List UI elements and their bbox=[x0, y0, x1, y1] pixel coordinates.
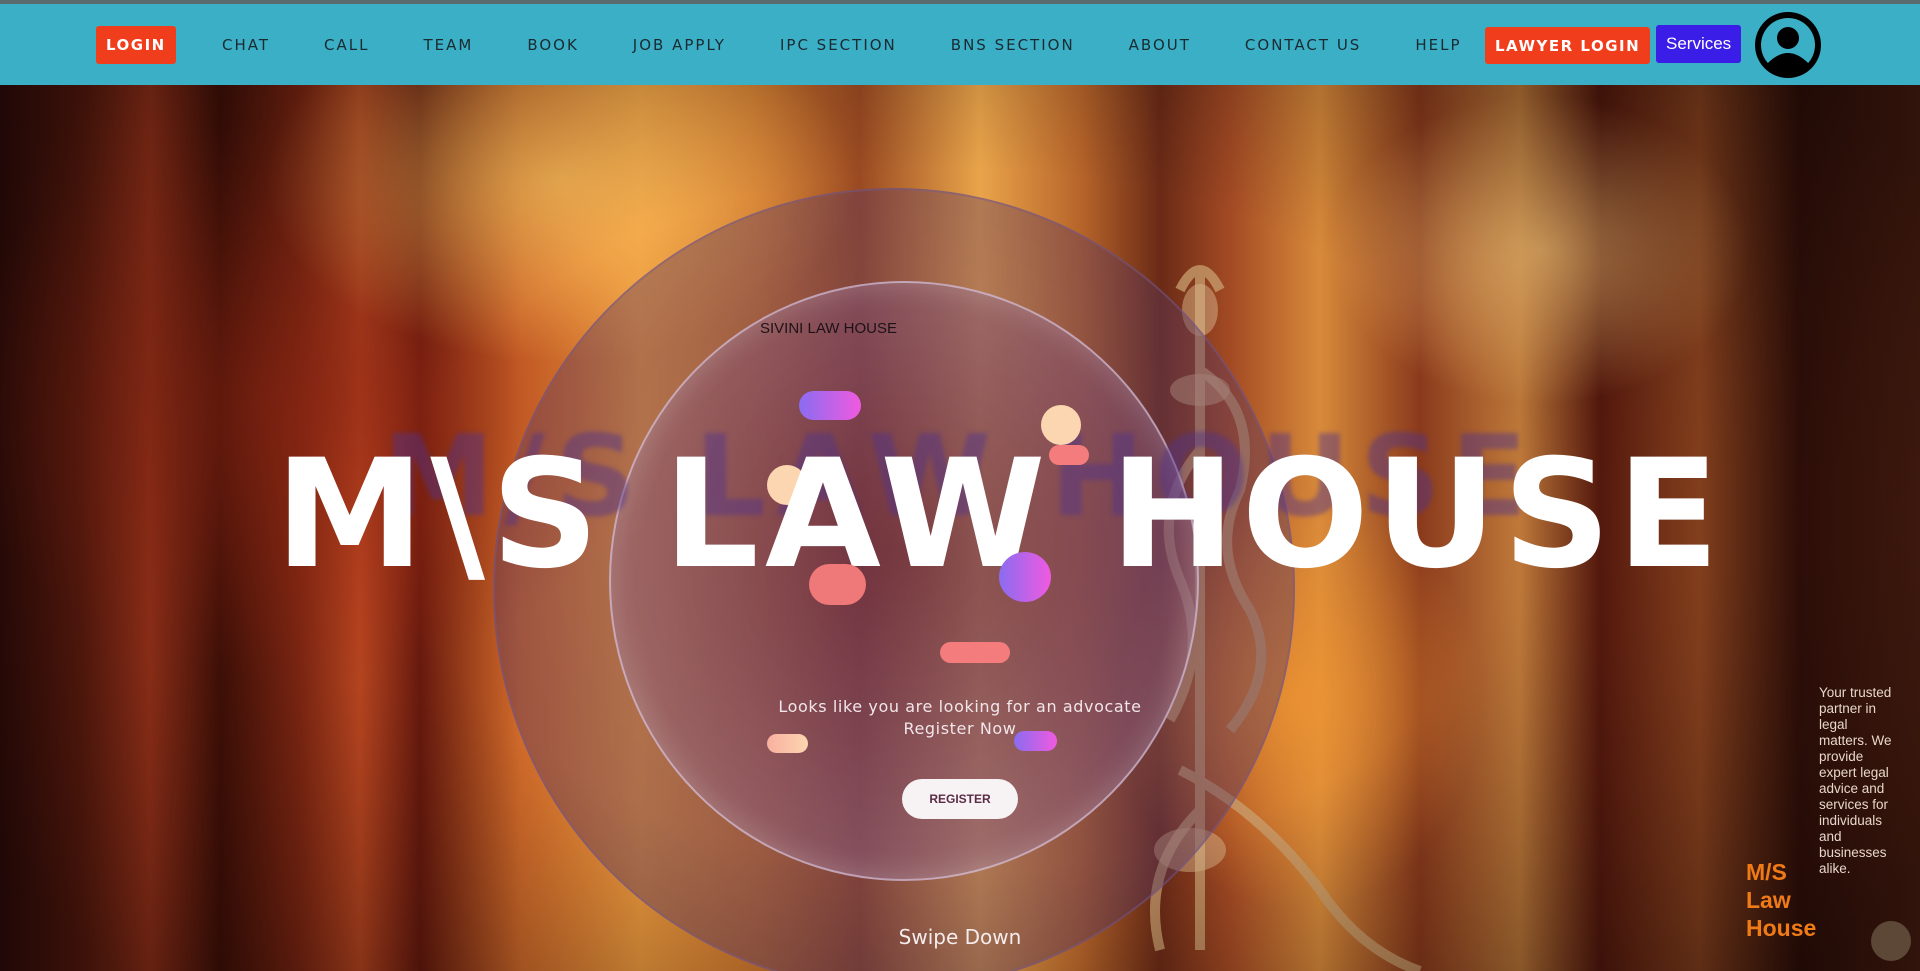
nav-links: CHAT CALL TEAM BOOK JOB APPLY IPC SECTIO… bbox=[222, 4, 1462, 85]
widget-description: Your trusted partner in legal matters. W… bbox=[1819, 685, 1892, 876]
nav-link-team[interactable]: TEAM bbox=[423, 36, 473, 54]
scroll-top-button[interactable] bbox=[1871, 921, 1911, 961]
hero-tagline: Looks like you are looking for an advoca… bbox=[760, 696, 1160, 740]
login-button[interactable]: LOGIN bbox=[96, 26, 176, 64]
nav-link-ipc-section[interactable]: IPC SECTION bbox=[780, 36, 897, 54]
nav-link-help[interactable]: HELP bbox=[1415, 36, 1461, 54]
user-avatar-icon[interactable] bbox=[1754, 11, 1822, 79]
nav-link-call[interactable]: CALL bbox=[324, 36, 369, 54]
floating-pill bbox=[940, 642, 1010, 663]
nav-link-bns-section[interactable]: BNS SECTION bbox=[951, 36, 1075, 54]
swipe-down-label[interactable]: Swipe Down bbox=[860, 925, 1060, 949]
nav-link-job-apply[interactable]: JOB APPLY bbox=[633, 36, 726, 54]
hero-title: M\S LAW HOUSE bbox=[275, 428, 1726, 602]
tagline-line-1: Looks like you are looking for an advoca… bbox=[778, 697, 1142, 716]
hero-brand-small: SIVINI LAW HOUSE bbox=[760, 320, 897, 337]
services-button[interactable]: Services bbox=[1656, 25, 1742, 63]
top-navbar: LOGIN CHAT CALL TEAM BOOK JOB APPLY IPC … bbox=[0, 4, 1920, 85]
nav-link-book[interactable]: BOOK bbox=[527, 36, 578, 54]
tagline-line-2: Register Now bbox=[903, 719, 1017, 738]
floating-dot bbox=[999, 552, 1051, 602]
lawyer-login-button[interactable]: LAWYER LOGIN bbox=[1485, 27, 1651, 64]
nav-link-contact-us[interactable]: CONTACT US bbox=[1245, 36, 1361, 54]
register-button[interactable]: REGISTER bbox=[902, 779, 1018, 819]
floating-dot bbox=[809, 564, 866, 605]
widget-brand: M/S Law House bbox=[1746, 859, 1817, 941]
nav-link-chat[interactable]: CHAT bbox=[222, 36, 270, 54]
floating-pill bbox=[799, 391, 861, 420]
nav-link-about[interactable]: ABOUT bbox=[1129, 36, 1191, 54]
